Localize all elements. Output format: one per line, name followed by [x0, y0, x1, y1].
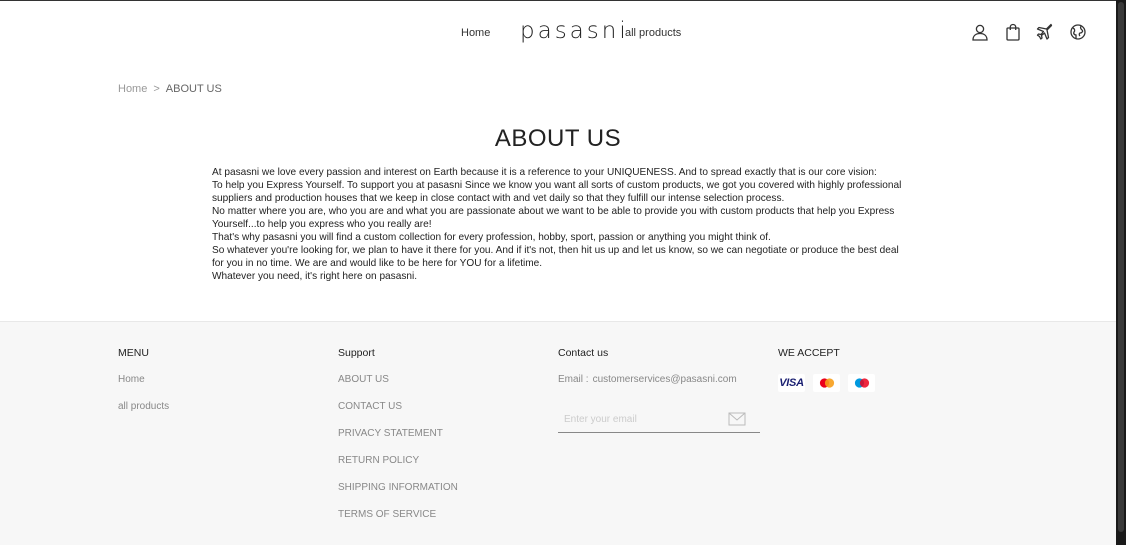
email-value[interactable]: customerservices@pasasni.com	[593, 374, 737, 385]
plane-icon[interactable]	[1036, 23, 1054, 41]
maestro-icon	[848, 374, 875, 392]
send-mail-icon[interactable]	[728, 412, 746, 426]
site-footer: MENU Home all products Support ABOUT US …	[0, 321, 1116, 545]
about-paragraph: That's why pasasni you will find a custo…	[212, 232, 771, 243]
page-title: ABOUT US	[494, 125, 622, 152]
footer-link-about-us[interactable]: ABOUT US	[338, 374, 458, 386]
footer-link-return-policy[interactable]: RETURN POLICY	[338, 455, 458, 467]
email-label: Email :	[558, 374, 589, 385]
vertical-scrollbar[interactable]	[1116, 0, 1126, 545]
globe-icon[interactable]	[1069, 23, 1087, 41]
breadcrumb-separator: >	[153, 83, 160, 95]
footer-link-privacy-statement[interactable]: PRIVACY STATEMENT	[338, 428, 458, 440]
footer-contact-column: Contact us Email : customerservices@pasas…	[558, 347, 768, 447]
footer-link-contact-us[interactable]: CONTACT US	[338, 401, 458, 413]
footer-link-terms-of-service[interactable]: TERMS OF SERVICE	[338, 509, 458, 521]
about-paragraph: Whatever you need, it's right here on pa…	[212, 271, 418, 282]
page: Home pasasni all products Home > ABOUT U…	[0, 0, 1116, 545]
nav-all-products-link[interactable]: all products	[625, 27, 681, 39]
mastercard-icon	[813, 374, 840, 392]
site-header: Home pasasni all products	[0, 1, 1116, 65]
subscribe-form	[558, 407, 760, 433]
visa-icon: VISA	[778, 374, 805, 392]
about-paragraph: To help you Express Yourself. To support…	[212, 180, 902, 204]
scrollbar-thumb[interactable]	[1118, 2, 1124, 532]
footer-contact-heading: Contact us	[558, 347, 609, 359]
site-logo[interactable]: pasasni	[520, 18, 629, 44]
shopping-bag-icon[interactable]	[1004, 23, 1022, 41]
footer-link-home[interactable]: Home	[118, 374, 169, 386]
payment-methods: VISA	[778, 374, 875, 392]
footer-link-all-products[interactable]: all products	[118, 401, 169, 413]
about-paragraph: So whatever you're looking for, we plan …	[212, 245, 899, 269]
footer-support-heading: Support	[338, 347, 375, 359]
subscribe-email-input[interactable]	[558, 407, 728, 431]
breadcrumb-home[interactable]: Home	[118, 83, 147, 95]
visa-wordmark: VISA	[779, 377, 804, 389]
breadcrumb-current: ABOUT US	[165, 83, 222, 95]
about-paragraph: At pasasni we love every passion and int…	[212, 167, 877, 178]
about-content: At pasasni we love every passion and int…	[212, 166, 904, 283]
user-icon[interactable]	[971, 23, 989, 41]
footer-accept-heading: WE ACCEPT	[778, 347, 840, 359]
footer-menu-column: MENU Home all products	[118, 347, 169, 428]
contact-email: Email : customerservices@pasasni.com	[558, 374, 768, 385]
about-paragraph: No matter where you are, who you are and…	[212, 206, 895, 230]
footer-menu-heading: MENU	[118, 347, 149, 359]
breadcrumb: Home > ABOUT US	[118, 83, 222, 95]
footer-link-shipping-information[interactable]: SHIPPING INFORMATION	[338, 482, 458, 494]
footer-support-column: Support ABOUT US CONTACT US PRIVACY STAT…	[338, 347, 458, 536]
footer-accept-column: WE ACCEPT VISA	[778, 347, 875, 392]
nav-home-link[interactable]: Home	[461, 27, 490, 39]
